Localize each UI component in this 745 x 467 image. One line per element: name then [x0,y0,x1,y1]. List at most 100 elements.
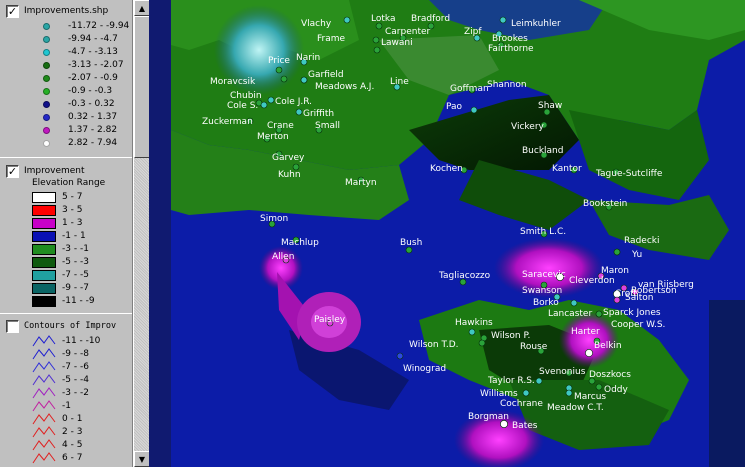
author-label: Price [268,56,290,66]
author-label: Zuckerman [202,117,253,127]
line-symbol [32,452,56,464]
legend-class-row: -0.9 - -0.3 [32,85,112,97]
author-point[interactable] [585,349,593,357]
arrow-up-icon: ▲ [138,3,146,13]
author-label: Cleverdon [569,276,615,286]
author-point[interactable] [343,16,351,24]
author-point[interactable] [522,389,530,397]
layer-field-name: Elevation Range [32,178,106,188]
class-label: 3 - 5 [62,205,83,215]
author-label: Griffith [303,109,334,119]
legend-panel: ✓ Improvements.shp -11.72 - -9.94 -9.94 -… [0,0,133,467]
layer-improvements-shp[interactable]: ✓ Improvements.shp [6,4,108,18]
author-label: Bookstein [583,199,627,209]
line-symbol [32,387,56,399]
class-label: -0.9 - -0.3 [68,86,113,96]
class-label: -7 - -6 [62,362,89,372]
author-label: Fairthorne [488,44,534,54]
legend-scrollbar[interactable]: ▲ ▼ [133,0,150,467]
line-symbol [32,413,56,425]
line-symbol [32,426,56,438]
color-swatch [32,217,56,229]
legend-class-row: 6 - 7 [32,452,82,464]
legend-class-row: -9 - -7 [32,282,89,294]
layer-visibility-checkbox[interactable]: ✓ [6,4,19,18]
author-label: Winograd [403,364,446,374]
author-point[interactable] [470,106,478,114]
point-symbol [43,139,50,147]
author-point[interactable] [499,16,507,24]
legend-class-row: -2.07 - -0.9 [32,72,118,84]
author-label: Harter [571,327,600,337]
author-point[interactable] [267,96,275,104]
scroll-down-button[interactable]: ▼ [134,451,150,467]
legend-class-row: 1 - 3 [32,217,82,229]
author-label: Vlachy [301,19,332,29]
color-swatch [32,243,56,255]
layer-name: Improvements.shp [24,6,109,16]
author-label: Tagliacozzo [438,271,491,281]
author-label: Radecki [624,236,659,246]
point-symbol [43,113,50,121]
legend-class-row: -5 - -4 [32,374,89,386]
legend-divider [0,313,132,314]
legend-class-row: 4 - 5 [32,439,82,451]
author-point[interactable] [565,389,573,397]
line-symbol [32,400,56,412]
layer-visibility-checkbox[interactable]: ✓ [6,164,19,178]
map-right-shadow [709,300,745,467]
class-label: -3 - -2 [62,388,89,398]
author-label: Salton [625,293,653,303]
author-point[interactable] [468,328,476,336]
author-label: Brookes [492,34,528,44]
author-point[interactable] [295,108,303,116]
author-label: Doszkocs [589,370,631,380]
class-label: -4.7 - -3.13 [68,47,118,57]
scrollbar-thumb[interactable] [134,16,150,158]
author-point[interactable] [595,310,603,318]
arrow-down-icon: ▼ [138,454,146,464]
legend-class-row: -7 - -6 [32,361,89,373]
terrain-map[interactable]: Vlachy Lotka Bradford Carpenter Leimkuhler Fr… [149,0,745,467]
point-symbol [43,61,50,69]
legend-class-row: 3 - 5 [32,204,82,216]
color-swatch [32,191,56,203]
class-label: 4 - 5 [62,440,83,450]
author-label: Swanson [522,286,562,296]
author-point[interactable] [372,36,380,44]
author-label: Belkin [594,341,622,351]
author-label: Maron [601,266,629,276]
map-canvas[interactable]: Vlachy Lotka Bradford Carpenter Leimkuhler Fr… [149,0,745,467]
author-label: Cochrane [500,399,543,409]
layer-visibility-checkbox[interactable] [6,319,19,333]
author-point[interactable] [570,299,578,307]
author-point[interactable] [280,75,288,83]
author-point[interactable] [478,339,486,347]
scroll-up-button[interactable]: ▲ [134,0,150,16]
author-point[interactable] [613,248,621,256]
class-label: -9.94 - -4.7 [68,34,118,44]
author-label: Wilson P. [491,331,530,341]
author-label: Shannon [487,80,527,90]
layer-improvement-grid[interactable]: ✓ Improvement [6,164,85,178]
class-label: -2.07 - -0.9 [68,73,118,83]
author-point[interactable] [396,352,404,360]
author-label: Wilson T.D. [409,340,459,350]
author-point[interactable] [275,66,283,74]
author-label: Moravcsik [210,77,256,87]
line-symbol [32,439,56,451]
author-point[interactable] [300,76,308,84]
layer-contours[interactable]: Contours of Improv [6,319,116,333]
point-symbol [43,74,50,82]
author-point[interactable] [535,377,543,385]
author-point[interactable] [595,383,603,391]
author-point[interactable] [260,101,268,109]
class-label: 6 - 7 [62,453,83,463]
author-label: Paisley [314,315,346,325]
class-label: -1 [62,401,71,411]
author-point[interactable] [373,46,381,54]
line-symbol [32,361,56,373]
legend-class-row: -3 - -2 [32,387,89,399]
check-icon: ✓ [7,164,18,178]
class-label: 2 - 3 [62,427,83,437]
